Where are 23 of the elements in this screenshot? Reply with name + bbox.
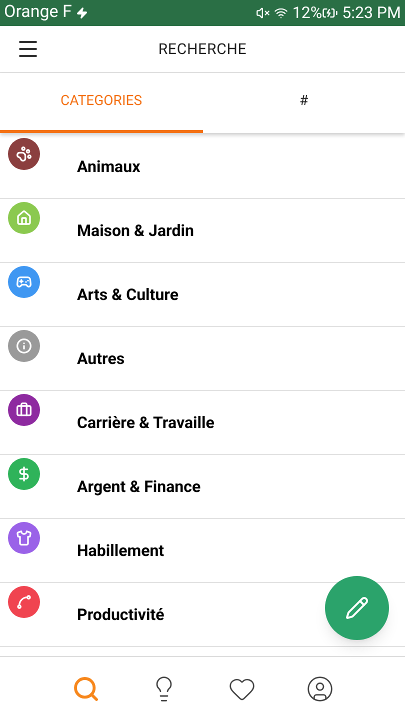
- category-label: Animaux: [77, 156, 140, 178]
- category-label: Arts & Culture: [77, 284, 178, 306]
- category-item[interactable]: Argent & Finance: [0, 455, 405, 519]
- category-item[interactable]: Maison & Jardin: [0, 199, 405, 263]
- tab[interactable]: #: [202, 73, 405, 133]
- category-item[interactable]: Autres: [0, 327, 405, 391]
- category-label: Productivité: [77, 604, 164, 626]
- category-item[interactable]: Carrière & Travaille: [0, 391, 405, 455]
- mute-icon: [256, 6, 270, 20]
- charging-icon: [76, 7, 88, 19]
- clock-time: 5:23 PM: [342, 2, 401, 24]
- category-label: Argent & Finance: [77, 476, 201, 498]
- wifi-icon: [274, 6, 288, 20]
- page-title: RECHERCHE: [158, 38, 247, 60]
- category-label: Habillement: [77, 540, 164, 562]
- pencil-icon: [345, 596, 369, 620]
- category-item[interactable]: Arts & Culture: [0, 263, 405, 327]
- category-item[interactable]: Animaux: [0, 135, 405, 199]
- battery-percent: 12%: [292, 2, 322, 24]
- category-label: Autres: [77, 348, 125, 370]
- category-label: Carrière & Travaille: [77, 412, 214, 434]
- carrier-text: Orange F: [4, 1, 72, 24]
- category-label: Maison & Jardin: [77, 220, 194, 242]
